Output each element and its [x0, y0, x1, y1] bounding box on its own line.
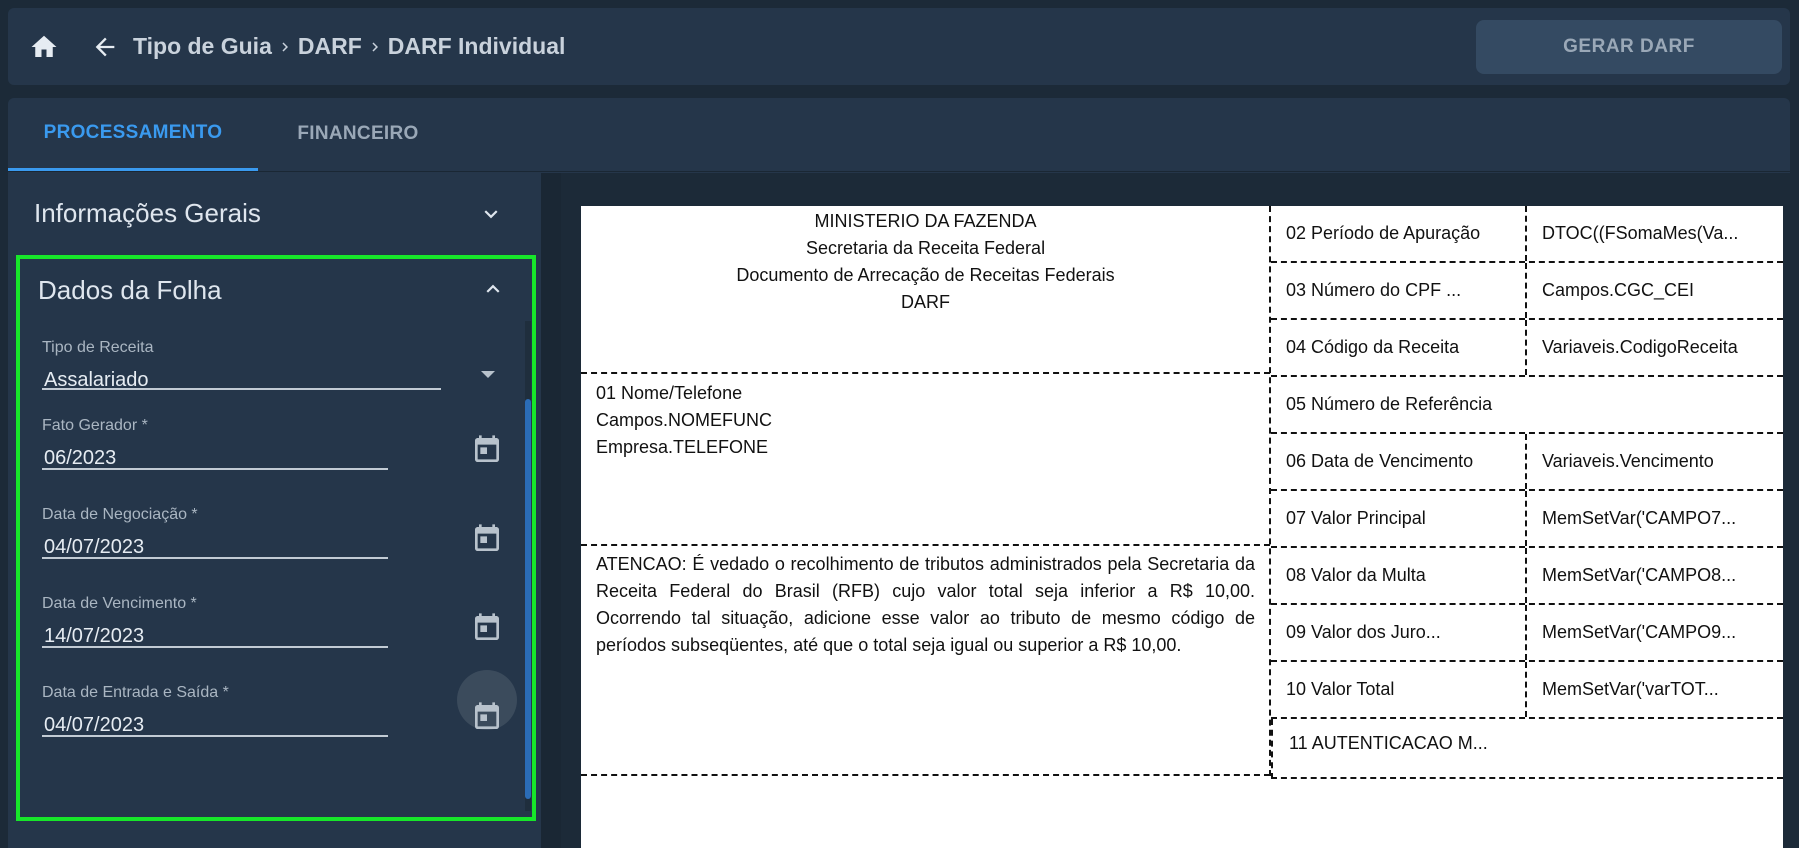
data-negociacao-field[interactable]: Data de Negociação * 04/07/2023 — [42, 506, 502, 559]
darf-header-line: MINISTERIO DA FAZENDA — [814, 211, 1037, 231]
darf-row: 03 Número do CPF ... Campos.CGC_CEI — [1271, 263, 1783, 320]
darf-row-label: 07 Valor Principal — [1271, 491, 1527, 546]
calendar-icon[interactable] — [470, 700, 504, 734]
section-dados-da-folha: Dados da Folha Tipo de Receita Assalaria… — [16, 255, 536, 821]
fato-gerador-label: Fato Gerador * — [42, 417, 148, 434]
darf-row-label: 10 Valor Total — [1271, 662, 1527, 717]
field-underline — [42, 646, 388, 648]
panel-divider[interactable] — [541, 173, 561, 848]
darf-row: 05 Número de Referência — [1271, 377, 1783, 434]
section-informacoes-gerais[interactable]: Informações Gerais — [8, 173, 541, 253]
data-vencimento-value: 14/07/2023 — [44, 625, 145, 647]
calendar-icon[interactable] — [470, 433, 504, 467]
left-panel: Informações Gerais Dados da Folha Tipo d… — [8, 173, 541, 848]
darf-row: 04 Código da Receita Variaveis.CodigoRec… — [1271, 320, 1783, 377]
darf-row-label: 05 Número de Referência — [1286, 394, 1493, 414]
data-vencimento-label: Data de Vencimento * — [42, 595, 197, 612]
darf-row-value: MemSetVar('CAMPO7... — [1542, 508, 1737, 528]
chevron-down-icon — [484, 210, 498, 219]
darf-header-line: DARF — [901, 292, 950, 312]
chevron-right-icon — [362, 38, 388, 56]
scrollbar[interactable] — [525, 321, 531, 811]
tipo-receita-select[interactable]: Tipo de Receita Assalariado — [42, 339, 502, 392]
field-underline — [42, 388, 441, 390]
section-title: Informações Gerais — [34, 197, 261, 228]
darf-row-value: MemSetVar('CAMPO8... — [1542, 565, 1737, 585]
breadcrumb-item-tipo-de-guia[interactable]: Tipo de Guia — [133, 33, 272, 60]
darf-row-value: MemSetVar('CAMPO9... — [1542, 622, 1737, 642]
data-entrada-saida-label: Data de Entrada e Saída * — [42, 684, 229, 701]
breadcrumb: Tipo de Guia DARF DARF Individual — [133, 33, 565, 60]
darf-name-line: 01 Nome/Telefone — [596, 383, 743, 403]
darf-name-line: Campos.NOMEFUNC — [596, 410, 773, 430]
darf-row: 08 Valor da Multa MemSetVar('CAMPO8... — [1271, 548, 1783, 605]
data-entrada-saida-value: 04/07/2023 — [44, 714, 145, 736]
section-header-dados-da-folha[interactable]: Dados da Folha — [20, 259, 532, 321]
field-underline — [42, 468, 388, 470]
tab-bar: PROCESSAMENTO FINANCEIRO — [8, 98, 1790, 172]
breadcrumb-item-darf-individual: DARF Individual — [387, 33, 566, 59]
chevron-up-icon — [486, 284, 500, 293]
darf-name-line: Empresa.TELEFONE — [596, 437, 769, 457]
darf-row-value: Variaveis.Vencimento — [1542, 451, 1714, 471]
darf-row: 02 Período de Apuração DTOC((FSomaMes(Va… — [1271, 206, 1783, 263]
main-card: PROCESSAMENTO FINANCEIRO Informações Ger… — [8, 98, 1790, 848]
darf-preview: MINISTERIO DA FAZENDA Secretaria da Rece… — [561, 173, 1790, 848]
section-title: Dados da Folha — [38, 274, 222, 305]
darf-row-label: 09 Valor dos Juro... — [1271, 605, 1527, 660]
darf-row-value: Campos.CGC_CEI — [1542, 280, 1695, 300]
generate-darf-button[interactable]: GERAR DARF — [1476, 20, 1782, 74]
dropdown-arrow-icon[interactable] — [481, 371, 495, 378]
calendar-icon[interactable] — [470, 611, 504, 645]
tipo-receita-label: Tipo de Receita — [42, 339, 154, 356]
darf-name-block: 01 Nome/Telefone Campos.NOMEFUNC Empresa… — [581, 374, 1270, 546]
darf-row-value: Variaveis.CodigoReceita — [1542, 337, 1738, 357]
darf-document: MINISTERIO DA FAZENDA Secretaria da Rece… — [581, 206, 1783, 848]
darf-row-label: 06 Data de Vencimento — [1271, 434, 1527, 489]
data-vencimento-field[interactable]: Data de Vencimento * 14/07/2023 — [42, 595, 502, 648]
tab-processamento[interactable]: PROCESSAMENTO — [8, 97, 258, 171]
chevron-right-icon — [272, 38, 298, 56]
darf-header-line: Documento de Arrecação de Receitas Feder… — [736, 265, 1115, 285]
top-bar: Tipo de Guia DARF DARF Individual GERAR … — [8, 8, 1790, 85]
darf-autenticacao: 11 AUTENTICACAO M... — [1271, 719, 1783, 779]
darf-attention-text: ATENCAO: É vedado o recolhimento de trib… — [581, 546, 1270, 776]
darf-header: MINISTERIO DA FAZENDA Secretaria da Rece… — [581, 206, 1270, 374]
darf-row-label: 08 Valor da Multa — [1271, 548, 1527, 603]
fato-gerador-field[interactable]: Fato Gerador * 06/2023 — [42, 417, 502, 470]
data-negociacao-value: 04/07/2023 — [44, 536, 145, 558]
darf-row: 09 Valor dos Juro... MemSetVar('CAMPO9..… — [1271, 605, 1783, 662]
darf-row-value: MemSetVar('varTOT... — [1542, 679, 1719, 699]
darf-row-label: 04 Código da Receita — [1271, 320, 1527, 375]
darf-row-label: 02 Período de Apuração — [1271, 206, 1527, 261]
field-underline — [42, 557, 388, 559]
darf-row: 07 Valor Principal MemSetVar('CAMPO7... — [1271, 491, 1783, 548]
darf-row: 10 Valor Total MemSetVar('varTOT... — [1271, 662, 1783, 719]
darf-row-value: DTOC((FSomaMes(Va... — [1542, 223, 1739, 243]
back-arrow-icon[interactable] — [87, 29, 123, 65]
calendar-icon[interactable] — [470, 522, 504, 556]
home-icon[interactable] — [26, 29, 62, 65]
scrollbar-thumb[interactable] — [525, 399, 531, 799]
darf-row-label: 03 Número do CPF ... — [1271, 263, 1527, 318]
darf-header-line: Secretaria da Receita Federal — [805, 238, 1046, 258]
tab-financeiro[interactable]: FINANCEIRO — [258, 97, 458, 171]
breadcrumb-item-darf[interactable]: DARF — [298, 33, 362, 60]
data-negociacao-label: Data de Negociação * — [42, 506, 198, 523]
field-underline — [42, 735, 388, 737]
fato-gerador-value: 06/2023 — [44, 447, 117, 469]
darf-row: 06 Data de Vencimento Variaveis.Vencimen… — [1271, 434, 1783, 491]
data-entrada-saida-field[interactable]: Data de Entrada e Saída * 04/07/2023 — [42, 684, 502, 737]
